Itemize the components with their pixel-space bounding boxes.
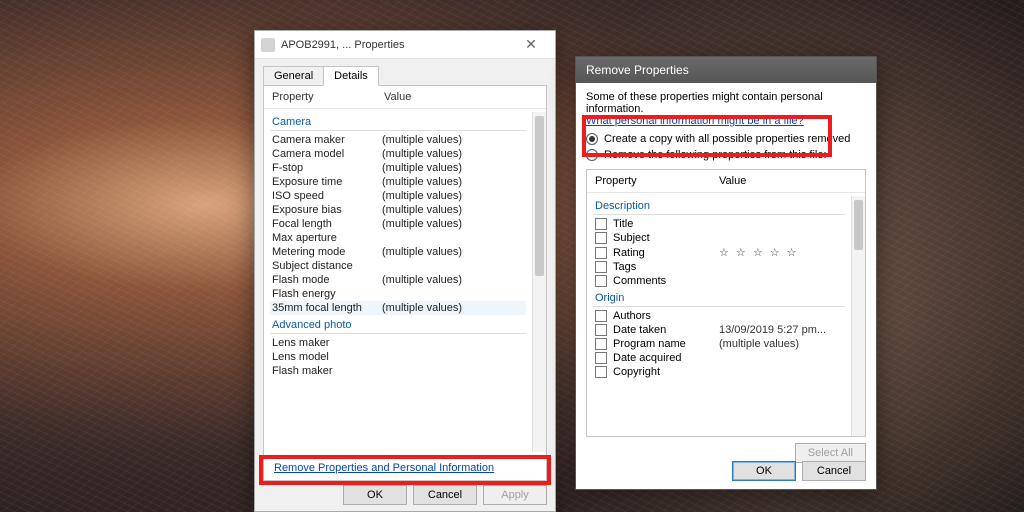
close-icon[interactable]: ✕ bbox=[513, 36, 549, 53]
checkbox-icon[interactable] bbox=[595, 352, 607, 364]
rp-row-date-taken[interactable]: Date taken13/09/2019 5:27 pm... bbox=[593, 323, 845, 337]
row-flash-maker[interactable]: Flash maker bbox=[270, 364, 526, 378]
rp-row-subject[interactable]: Subject bbox=[593, 231, 845, 245]
section-description: Description bbox=[593, 198, 845, 215]
remove-body: Some of these properties might contain p… bbox=[576, 83, 876, 471]
radio-remove-from-file[interactable]: Remove the following properties from thi… bbox=[586, 147, 866, 163]
rp-row-date-acquired[interactable]: Date acquired bbox=[593, 351, 845, 365]
checkbox-icon[interactable] bbox=[595, 232, 607, 244]
header-property: Property bbox=[272, 91, 384, 103]
checkbox-icon[interactable] bbox=[595, 324, 607, 336]
row-camera-maker[interactable]: Camera maker(multiple values) bbox=[270, 133, 526, 147]
rating-stars-icon: ☆ ☆ ☆ ☆ ☆ bbox=[719, 246, 843, 259]
checkbox-icon[interactable] bbox=[595, 261, 607, 273]
remove-title-text: Remove Properties bbox=[586, 63, 689, 77]
remove-properties-link[interactable]: Remove Properties and Personal Informati… bbox=[274, 462, 494, 474]
rp-row-authors[interactable]: Authors bbox=[593, 309, 845, 323]
rp-row-tags[interactable]: Tags bbox=[593, 260, 845, 274]
rp-row-copyright[interactable]: Copyright bbox=[593, 365, 845, 379]
row-metering-mode[interactable]: Metering mode(multiple values) bbox=[270, 245, 526, 259]
rp-column-headers: Property Value bbox=[587, 170, 865, 193]
details-panel: Property Value Camera Camera maker(multi… bbox=[263, 85, 547, 481]
checkbox-icon[interactable] bbox=[595, 338, 607, 350]
checkbox-icon[interactable] bbox=[595, 310, 607, 322]
radio-label-1: Create a copy with all possible properti… bbox=[604, 133, 850, 145]
remove-dialog-buttons: OK Cancel bbox=[732, 461, 866, 481]
header-value: Value bbox=[384, 91, 538, 103]
section-origin: Origin bbox=[593, 290, 845, 307]
select-all-row: Select All bbox=[586, 443, 866, 463]
row-lens-maker[interactable]: Lens maker bbox=[270, 336, 526, 350]
remove-titlebar[interactable]: Remove Properties bbox=[576, 57, 876, 83]
rp-list[interactable]: Description Title Subject Rating☆ ☆ ☆ ☆ … bbox=[587, 196, 851, 436]
radio-icon-unchecked[interactable] bbox=[586, 149, 598, 161]
rp-scrollbar[interactable] bbox=[851, 196, 865, 436]
row-f-stop[interactable]: F-stop(multiple values) bbox=[270, 161, 526, 175]
row-max-aperture[interactable]: Max aperture bbox=[270, 231, 526, 245]
dialog-buttons: OK Cancel Apply bbox=[343, 485, 547, 505]
rp-header-value: Value bbox=[719, 175, 857, 187]
rp-scrollbar-thumb[interactable] bbox=[854, 200, 863, 250]
remove-properties-table: Property Value Description Title Subject… bbox=[586, 169, 866, 437]
remove-link-row: Remove Properties and Personal Informati… bbox=[270, 458, 540, 478]
tab-general[interactable]: General bbox=[263, 66, 324, 86]
tab-details[interactable]: Details bbox=[323, 66, 379, 86]
remove-ok-button[interactable]: OK bbox=[732, 461, 796, 481]
row-exposure-bias[interactable]: Exposure bias(multiple values) bbox=[270, 203, 526, 217]
window-title: APOB2991, ... Properties bbox=[281, 39, 513, 51]
ok-button[interactable]: OK bbox=[343, 485, 407, 505]
row-subject-distance[interactable]: Subject distance bbox=[270, 259, 526, 273]
desktop-wallpaper: APOB2991, ... Properties ✕ General Detai… bbox=[0, 0, 1024, 512]
section-camera: Camera bbox=[270, 114, 526, 131]
cancel-button[interactable]: Cancel bbox=[413, 485, 477, 505]
hint-text: Some of these properties might contain p… bbox=[586, 91, 866, 115]
checkbox-icon[interactable] bbox=[595, 247, 607, 259]
checkbox-icon[interactable] bbox=[595, 218, 607, 230]
hint-link[interactable]: What personal information might be in a … bbox=[586, 115, 804, 127]
rp-row-program-name[interactable]: Program name(multiple values) bbox=[593, 337, 845, 351]
row-flash-mode[interactable]: Flash mode(multiple values) bbox=[270, 273, 526, 287]
rp-row-title[interactable]: Title bbox=[593, 217, 845, 231]
section-advanced-photo: Advanced photo bbox=[270, 317, 526, 334]
radio-label-2: Remove the following properties from thi… bbox=[604, 149, 827, 161]
row-35mm-focal-length[interactable]: 35mm focal length(multiple values) bbox=[270, 301, 526, 315]
column-headers: Property Value bbox=[264, 86, 546, 109]
radio-create-copy[interactable]: Create a copy with all possible properti… bbox=[586, 131, 866, 147]
properties-dialog: APOB2991, ... Properties ✕ General Detai… bbox=[254, 30, 556, 512]
row-iso-speed[interactable]: ISO speed(multiple values) bbox=[270, 189, 526, 203]
row-exposure-time[interactable]: Exposure time(multiple values) bbox=[270, 175, 526, 189]
row-flash-energy[interactable]: Flash energy bbox=[270, 287, 526, 301]
remove-cancel-button[interactable]: Cancel bbox=[802, 461, 866, 481]
titlebar[interactable]: APOB2991, ... Properties ✕ bbox=[255, 31, 555, 59]
select-all-button: Select All bbox=[795, 443, 866, 463]
remove-properties-dialog: Remove Properties Some of these properti… bbox=[575, 56, 877, 490]
checkbox-icon[interactable] bbox=[595, 275, 607, 287]
rp-row-rating[interactable]: Rating☆ ☆ ☆ ☆ ☆ bbox=[593, 245, 845, 260]
properties-list[interactable]: Camera Camera maker(multiple values) Cam… bbox=[264, 112, 532, 452]
rp-header-property: Property bbox=[595, 175, 719, 187]
row-focal-length[interactable]: Focal length(multiple values) bbox=[270, 217, 526, 231]
checkbox-icon[interactable] bbox=[595, 366, 607, 378]
scrollbar[interactable] bbox=[532, 112, 546, 452]
tab-row: General Details bbox=[255, 59, 555, 85]
row-camera-model[interactable]: Camera model(multiple values) bbox=[270, 147, 526, 161]
window-icon bbox=[261, 38, 275, 52]
apply-button: Apply bbox=[483, 485, 547, 505]
row-lens-model[interactable]: Lens model bbox=[270, 350, 526, 364]
radio-icon-checked[interactable] bbox=[586, 133, 598, 145]
rp-row-comments[interactable]: Comments bbox=[593, 274, 845, 288]
scrollbar-thumb[interactable] bbox=[535, 116, 544, 276]
